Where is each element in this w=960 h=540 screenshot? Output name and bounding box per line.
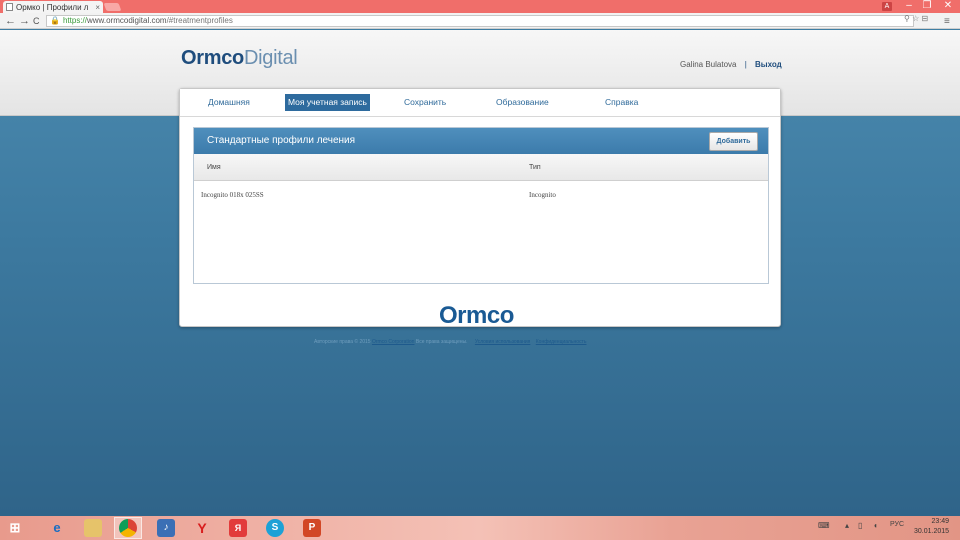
file-explorer-icon[interactable] (84, 519, 102, 537)
footer-company-link[interactable]: Ormco Corporation (372, 339, 415, 345)
main-panel: Домашняя Моя учетная запись Сохранить Об… (179, 88, 781, 327)
url-host: www.ormcodigital.com (86, 16, 167, 25)
yandex-browser-icon[interactable]: Y (193, 519, 211, 537)
powerpoint-icon[interactable]: P (303, 519, 321, 537)
page-content: OrmcoDigital Galina Bulatova | Выход Дом… (0, 30, 960, 516)
ormco-footer-logo[interactable]: Ormco (439, 302, 514, 330)
tray-expand-icon[interactable]: ▴ (845, 521, 849, 530)
logo-part-ormco: Ormco (181, 47, 244, 69)
browser-toolbar: ← → C 🔒 https:// www.ormcodigital.com /#… (0, 13, 960, 29)
logout-link[interactable]: Выход (755, 60, 782, 69)
footer-terms-link[interactable]: Условия использования (475, 339, 531, 345)
skype-icon[interactable]: S (266, 519, 284, 537)
nav-help[interactable]: Справка (602, 94, 641, 111)
browser-tab[interactable]: Ормко | Профили л × (3, 1, 103, 13)
yandex-icon[interactable]: Я (229, 519, 247, 537)
ormco-digital-logo[interactable]: OrmcoDigital (181, 47, 298, 70)
nav-education[interactable]: Образование (493, 94, 552, 111)
window-minimize-button[interactable]: – (900, 0, 918, 13)
nav-save[interactable]: Сохранить (401, 94, 449, 111)
user-info: Galina Bulatova | Выход (680, 60, 782, 69)
user-separator: | (744, 60, 747, 69)
address-bar[interactable]: 🔒 https:// www.ormcodigital.com /#treatm… (46, 15, 914, 27)
column-header-type[interactable]: Тип (529, 154, 541, 181)
forward-arrow-icon[interactable]: → (19, 14, 30, 28)
clock-date: 30.01.2015 (914, 528, 950, 535)
page-favicon-icon (6, 3, 13, 11)
url-path: /#treatmentprofiles (166, 16, 233, 25)
table-cell-name[interactable]: Incognito 018x 025SS (201, 191, 264, 199)
omnibox-actions-icon[interactable]: ⚲ ☆ ⊟ (904, 14, 928, 23)
treatment-profiles-card: Стандартные профили лечения Добавить Имя… (193, 127, 769, 284)
tab-title: Ормко | Профили л (16, 2, 89, 12)
table-cell-type: Incognito (529, 191, 556, 199)
browser-menu-icon[interactable]: ≡ (944, 16, 950, 27)
internet-explorer-icon[interactable]: e (48, 519, 66, 537)
windows-taskbar: ⊞ e ♪ Y Я S P ⌨ ▴ ▯ ◖ РУС (0, 516, 960, 540)
nav-home[interactable]: Домашняя (205, 94, 253, 111)
window-maximize-button[interactable]: ❐ (918, 0, 936, 13)
nav-my-account[interactable]: Моя учетная запись (285, 94, 370, 111)
lock-icon: 🔒 (50, 16, 60, 25)
window-close-button[interactable]: ✕ (936, 0, 960, 13)
user-name: Galina Bulatova (680, 60, 737, 69)
add-profile-button[interactable]: Добавить (709, 132, 758, 151)
media-player-icon[interactable]: ♪ (157, 519, 175, 537)
card-header: Стандартные профили лечения Добавить (194, 128, 768, 154)
main-nav: Домашняя Моя учетная запись Сохранить Об… (180, 89, 780, 117)
footer-copyright: Авторские права © 2015 (314, 339, 371, 345)
browser-titlebar: Ормко | Профили л × A – ❐ ✕ (0, 0, 960, 13)
language-indicator[interactable]: РУС (890, 521, 904, 528)
logo-part-digital: Digital (243, 47, 298, 69)
volume-icon[interactable]: ◖ (873, 521, 878, 530)
footer-links: Авторские права © 2015 Ormco Corporation… (314, 339, 586, 345)
taskbar-clock[interactable]: 23:49 30.01.2015 (914, 517, 949, 537)
tab-close-icon[interactable]: × (95, 3, 100, 12)
column-header-name[interactable]: Имя (207, 154, 221, 181)
footer-rights: Все права защищены. (415, 339, 468, 345)
clock-time: 23:49 (931, 518, 950, 525)
windows-start-icon[interactable]: ⊞ (6, 519, 24, 537)
keyboard-icon[interactable]: ⌨ (818, 521, 830, 530)
new-tab-button[interactable] (103, 3, 122, 11)
back-arrow-icon[interactable]: ← (5, 14, 16, 28)
card-title: Стандартные профили лечения (207, 135, 356, 146)
reload-icon[interactable]: C (33, 14, 40, 28)
profile-badge-icon[interactable]: A (882, 2, 892, 11)
battery-icon[interactable]: ▯ (858, 521, 862, 530)
chrome-icon[interactable] (119, 519, 137, 537)
table-header: Имя Тип (194, 154, 768, 181)
footer-privacy-link[interactable]: Конфиденциальность (536, 339, 587, 345)
url-scheme: https:// (62, 16, 87, 25)
